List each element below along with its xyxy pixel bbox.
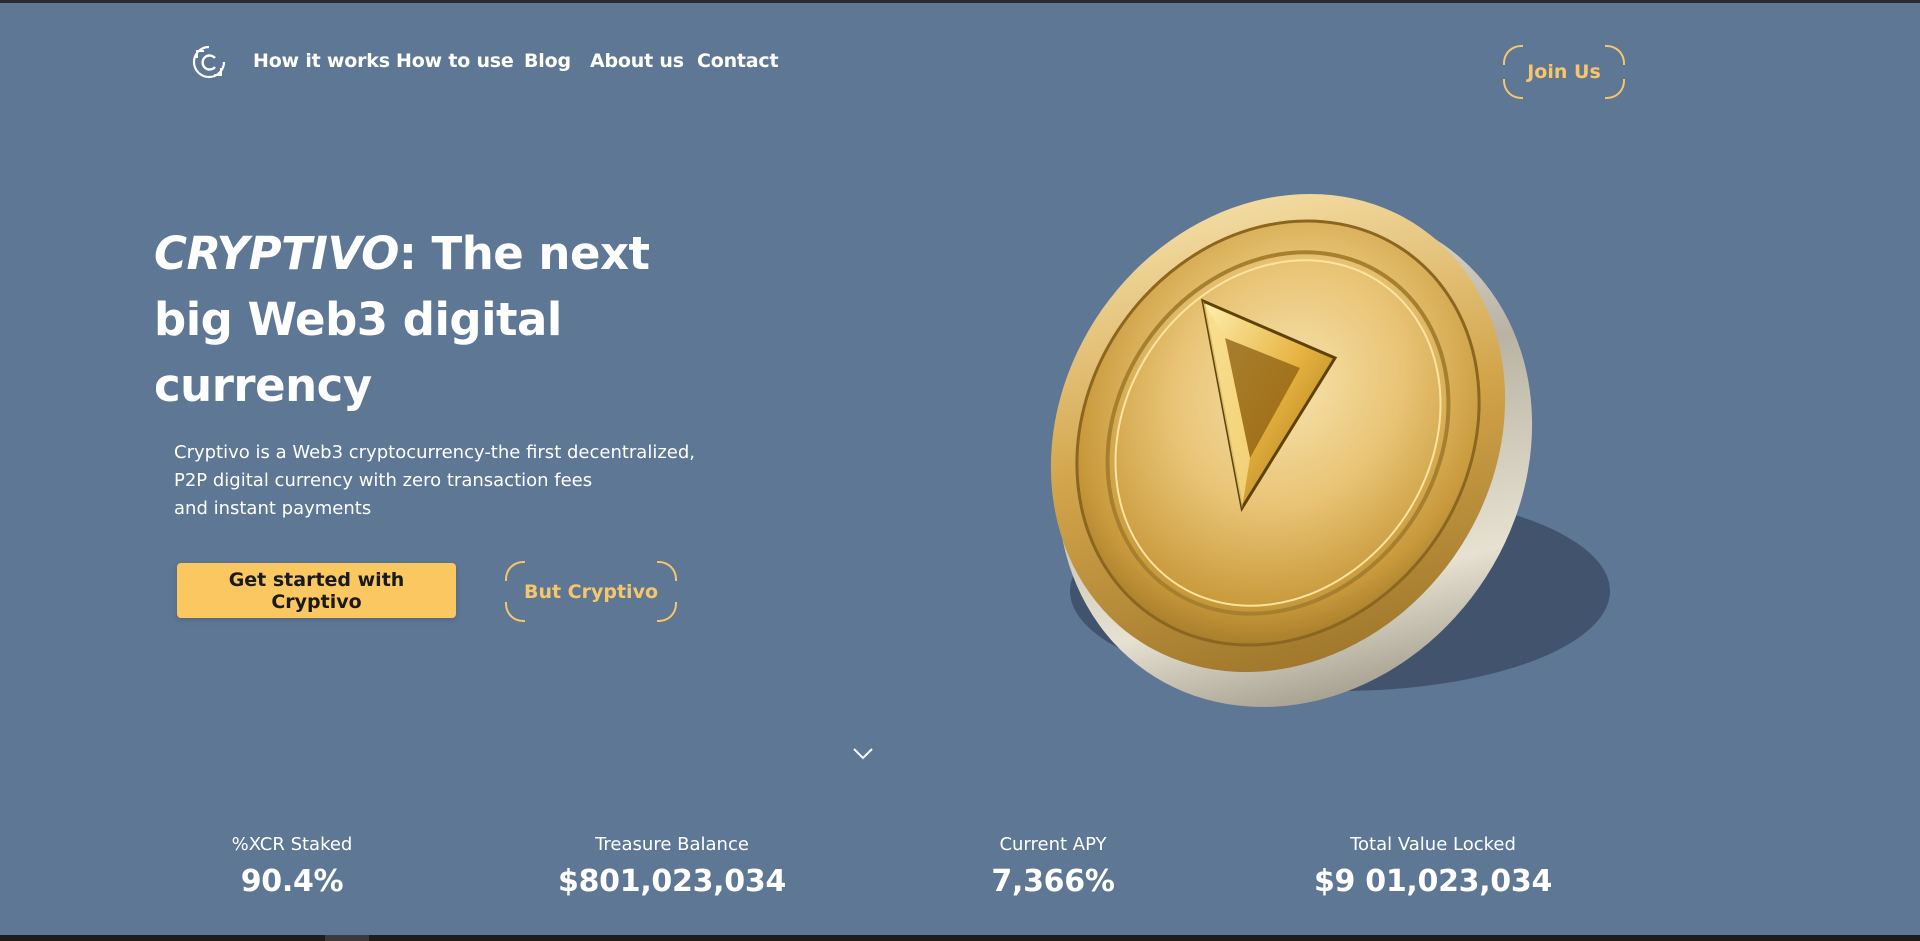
hero-description-line: P2P digital currency with zero transacti… bbox=[174, 470, 593, 491]
hero-title: CRYPTIVO: The next big Web3 digital curr… bbox=[154, 221, 674, 419]
stat-xcr-staked: %XCR Staked 90.4% bbox=[142, 833, 442, 903]
hero-description: Cryptivo is a Web3 cryptocurrency-the fi… bbox=[174, 439, 696, 523]
gold-coin-illustration bbox=[1050, 193, 1610, 708]
bracket-corner bbox=[657, 602, 677, 622]
stat-current-apy: Current APY 7,366% bbox=[903, 833, 1203, 903]
bracket-corner bbox=[1503, 79, 1523, 99]
bracket-corner bbox=[1503, 45, 1523, 65]
buy-cryptivo-button[interactable]: But Cryptivo bbox=[505, 561, 677, 622]
stat-label: Total Value Locked bbox=[1350, 834, 1516, 855]
nav-link-how-to-use[interactable]: How to use bbox=[396, 50, 514, 72]
nav-link-contact[interactable]: Contact bbox=[697, 50, 779, 72]
stat-label: Treasure Balance bbox=[595, 834, 749, 855]
stat-total-value-locked: Total Value Locked $9 01,023,034 bbox=[1283, 833, 1583, 903]
stat-treasure-balance: Treasure Balance $801,023,034 bbox=[522, 833, 822, 903]
nav-link-how-it-works[interactable]: How it works bbox=[253, 50, 390, 72]
bracket-corner bbox=[1605, 45, 1625, 65]
scrollbar-thumb[interactable] bbox=[325, 935, 369, 941]
nav-link-blog[interactable]: Blog bbox=[524, 50, 571, 72]
window-bottom-strip bbox=[0, 935, 1920, 941]
bracket-corner bbox=[1605, 79, 1625, 99]
get-started-button[interactable]: Get started with Cryptivo bbox=[177, 563, 456, 618]
bracket-corner bbox=[505, 561, 525, 581]
stat-value: $9 01,023,034 bbox=[1313, 864, 1553, 899]
join-us-button[interactable]: Join Us bbox=[1503, 45, 1625, 99]
join-us-label: Join Us bbox=[1527, 61, 1601, 83]
hero-title-brand: CRYPTIVO bbox=[154, 227, 399, 280]
stat-value: 90.4% bbox=[240, 864, 344, 899]
landing-page: How it works How to use Blog About us Co… bbox=[0, 3, 1920, 935]
bracket-corner bbox=[505, 602, 525, 622]
stat-label: %XCR Staked bbox=[231, 834, 353, 855]
hero-description-line: and instant payments bbox=[174, 498, 372, 519]
bracket-corner bbox=[657, 561, 677, 581]
hero-description-line: Cryptivo is a Web3 cryptocurrency-the fi… bbox=[174, 442, 696, 463]
logo-icon[interactable] bbox=[191, 44, 227, 82]
stat-value: $801,023,034 bbox=[558, 864, 786, 899]
buy-cryptivo-label: But Cryptivo bbox=[523, 580, 659, 603]
stat-label: Current APY bbox=[999, 834, 1107, 855]
nav-link-about-us[interactable]: About us bbox=[590, 50, 684, 72]
stat-value: 7,366% bbox=[991, 864, 1115, 899]
chevron-down-icon[interactable] bbox=[851, 744, 875, 762]
